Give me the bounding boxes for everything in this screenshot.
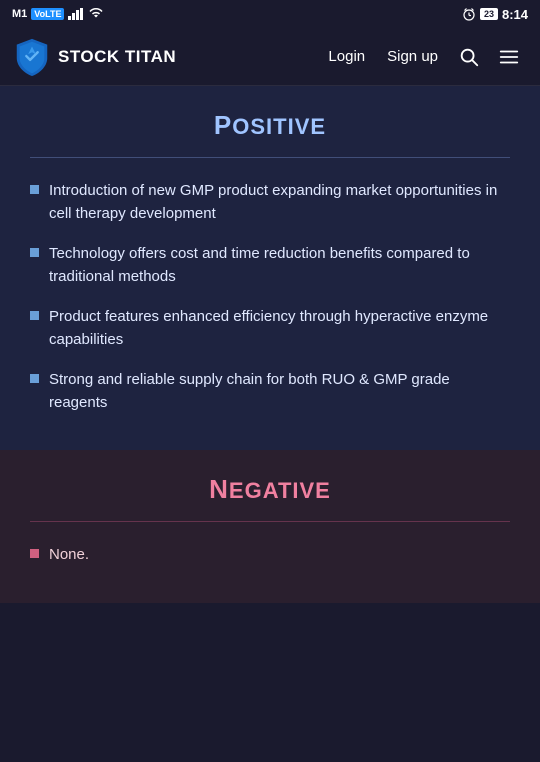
logo-icon: [14, 37, 50, 77]
bullet-text: Introduction of new GMP product expandin…: [49, 180, 510, 225]
negative-title: NEGATIVE: [30, 474, 510, 505]
list-item: Introduction of new GMP product expandin…: [30, 180, 510, 225]
bullet-icon: [30, 311, 39, 320]
positive-bullet-list: Introduction of new GMP product expandin…: [30, 180, 510, 414]
bullet-text: None.: [49, 544, 89, 567]
positive-section: POSITIVE Introduction of new GMP product…: [0, 86, 540, 450]
bullet-text: Strong and reliable supply chain for bot…: [49, 369, 510, 414]
wifi-icon: [88, 8, 104, 20]
logo-text: STOCK TITAN: [58, 47, 176, 67]
list-item: None.: [30, 544, 510, 567]
list-item: Strong and reliable supply chain for bot…: [30, 369, 510, 414]
negative-section: NEGATIVE None.: [0, 450, 540, 603]
list-item: Technology offers cost and time reductio…: [30, 243, 510, 288]
main-content: POSITIVE Introduction of new GMP product…: [0, 86, 540, 603]
logo-area: STOCK TITAN: [14, 37, 320, 77]
negative-bullet-list: None.: [30, 544, 510, 567]
bullet-icon: [30, 549, 39, 558]
carrier-label: M1: [12, 8, 27, 20]
time-display: 8:14: [502, 7, 528, 22]
bullet-text: Product features enhanced efficiency thr…: [49, 306, 510, 351]
positive-title: POSITIVE: [30, 110, 510, 141]
status-left: M1 VoLTE: [12, 8, 104, 20]
status-bar: M1 VoLTE 23 8:14: [0, 0, 540, 28]
menu-button[interactable]: [492, 42, 526, 72]
bullet-text: Technology offers cost and time reductio…: [49, 243, 510, 288]
volte-badge: VoLTE: [31, 8, 64, 20]
list-item: Product features enhanced efficiency thr…: [30, 306, 510, 351]
search-icon: [458, 46, 480, 68]
negative-divider: [30, 521, 510, 522]
hamburger-icon: [498, 46, 520, 68]
login-link[interactable]: Login: [320, 44, 373, 69]
bullet-icon: [30, 185, 39, 194]
search-button[interactable]: [452, 42, 486, 72]
signup-link[interactable]: Sign up: [379, 44, 446, 69]
bullet-icon: [30, 374, 39, 383]
alarm-icon: [462, 7, 476, 21]
signal-icon: [68, 8, 84, 20]
nav-links: Login Sign up: [320, 42, 526, 72]
positive-divider: [30, 157, 510, 158]
bullet-icon: [30, 248, 39, 257]
navbar: STOCK TITAN Login Sign up: [0, 28, 540, 86]
status-right: 23 8:14: [462, 7, 528, 22]
battery-level: 23: [480, 8, 498, 20]
